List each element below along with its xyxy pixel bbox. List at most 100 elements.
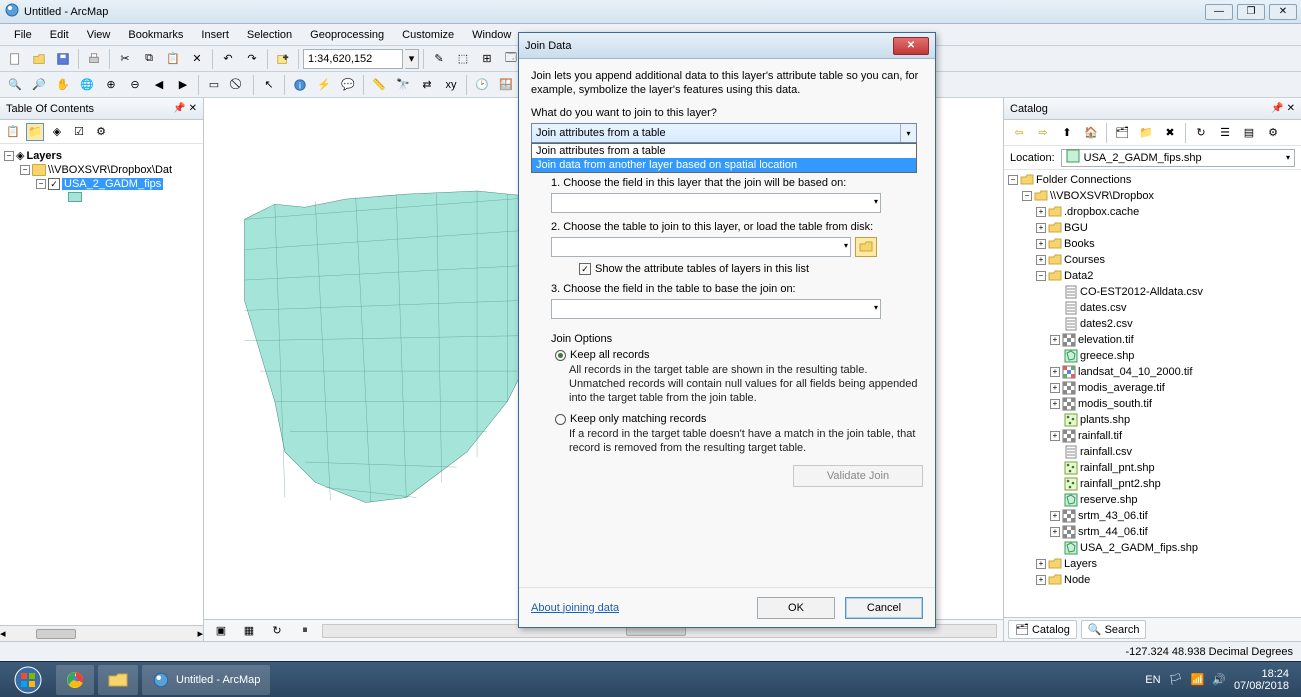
field1-dropdown[interactable]: ▾ (551, 193, 881, 213)
menu-geoprocessing[interactable]: Geoprocessing (302, 27, 392, 43)
fixed-zoom-out-icon[interactable]: ⊖ (124, 74, 146, 96)
data2-folder[interactable]: − Data2 (1008, 268, 1297, 284)
expander-icon[interactable]: + (1036, 575, 1046, 585)
connect-folder-icon[interactable]: 📁 (1135, 122, 1157, 144)
chevron-down-icon[interactable]: ▾ (900, 124, 916, 142)
file-item[interactable]: rainfall_pnt.shp (1008, 460, 1297, 476)
menu-insert[interactable]: Insert (193, 27, 237, 43)
select-features-icon[interactable]: ▭ (203, 74, 225, 96)
select-elements-icon[interactable]: ↖ (258, 74, 280, 96)
validate-join-button[interactable]: Validate Join (793, 465, 923, 487)
find-route-icon[interactable]: ⇄ (416, 74, 438, 96)
expander-icon[interactable]: − (36, 179, 46, 189)
table-dropdown[interactable]: ▾ (551, 237, 851, 257)
open-icon[interactable] (28, 48, 50, 70)
show-tables-checkbox[interactable]: ✓ (579, 263, 591, 275)
scale-input[interactable]: 1:34,620,152 (303, 49, 403, 69)
folder-connections[interactable]: − Folder Connections (1008, 172, 1297, 188)
clear-selection-icon[interactable]: ⃠ (227, 74, 249, 96)
layout-view-icon[interactable]: ▦ (238, 620, 260, 642)
expander-icon[interactable]: − (1008, 175, 1018, 185)
expander-icon[interactable]: + (1050, 511, 1060, 521)
minimize-button[interactable]: — (1205, 4, 1233, 20)
undo-icon[interactable]: ↶ (217, 48, 239, 70)
menu-file[interactable]: File (6, 27, 40, 43)
language-indicator[interactable]: EN (1145, 674, 1160, 686)
start-button[interactable] (4, 664, 52, 696)
scale-dropdown[interactable]: ▾ (405, 49, 419, 69)
data-view-icon[interactable]: ▣ (210, 620, 232, 642)
taskbar-chrome[interactable] (56, 665, 94, 695)
file-item[interactable]: + modis_south.tif (1008, 396, 1297, 412)
menu-view[interactable]: View (79, 27, 119, 43)
up-icon[interactable]: ⬆ (1056, 122, 1078, 144)
tray-network-icon[interactable]: 📶 (1191, 673, 1205, 686)
toolbar-icon-a[interactable]: ⬚ (452, 48, 474, 70)
keep-match-radio[interactable] (555, 414, 566, 425)
list-by-drawing-icon[interactable]: 📋 (4, 123, 22, 141)
chevron-down-icon[interactable]: ▾ (1286, 153, 1290, 162)
expander-icon[interactable]: + (1050, 335, 1060, 345)
file-item[interactable]: + modis_average.tif (1008, 380, 1297, 396)
expander-icon[interactable]: + (1050, 383, 1060, 393)
copy-icon[interactable]: ⧉ (138, 48, 160, 70)
new-icon[interactable] (4, 48, 26, 70)
expander-icon[interactable]: + (1050, 399, 1060, 409)
expander-icon[interactable]: − (4, 151, 14, 161)
tray-sound-icon[interactable]: 🔊 (1212, 673, 1226, 686)
go-to-xy-icon[interactable]: xy (440, 74, 462, 96)
location-input[interactable]: USA_2_GADM_fips.shp ▾ (1061, 149, 1295, 167)
dropdown-option-highlight[interactable]: Join data from another layer based on sp… (532, 158, 916, 172)
dialog-titlebar[interactable]: Join Data ✕ (519, 33, 935, 59)
forward-icon[interactable]: ⇨ (1032, 122, 1054, 144)
cut-icon[interactable]: ✂ (114, 48, 136, 70)
ok-button[interactable]: OK (757, 597, 835, 619)
tab-catalog[interactable]: 🗂Catalog (1008, 620, 1077, 639)
catalog-tree[interactable]: − Folder Connections− \\VBOXSVR\Dropbox+… (1004, 170, 1301, 617)
dialog-close-button[interactable]: ✕ (893, 37, 929, 55)
list-by-selection-icon[interactable]: ☑ (70, 123, 88, 141)
folder-item[interactable]: + Node (1008, 572, 1297, 588)
options-icon[interactable]: ⚙ (1262, 122, 1284, 144)
expander-icon[interactable]: − (1022, 191, 1032, 201)
expander-icon[interactable]: − (20, 165, 30, 175)
redo-icon[interactable]: ↷ (241, 48, 263, 70)
delete-icon[interactable]: ✕ (186, 48, 208, 70)
file-item[interactable]: reserve.shp (1008, 492, 1297, 508)
cancel-button[interactable]: Cancel (845, 597, 923, 619)
tray-flag-icon[interactable]: 🏳 (1169, 673, 1183, 686)
file-item[interactable]: CO-EST2012-Alldata.csv (1008, 284, 1297, 300)
toggle-tree-icon[interactable]: 🗂 (1111, 122, 1133, 144)
menu-windows[interactable]: Window (464, 27, 519, 43)
layer-checkbox[interactable]: ✓ (48, 178, 60, 190)
identify-icon[interactable]: i (289, 74, 311, 96)
file-item[interactable]: plants.shp (1008, 412, 1297, 428)
field2-dropdown[interactable]: ▾ (551, 299, 881, 319)
file-item[interactable]: + rainfall.tif (1008, 428, 1297, 444)
dropdown-option[interactable]: Join attributes from a table (532, 144, 916, 158)
save-icon[interactable] (52, 48, 74, 70)
pause-icon[interactable]: ⏸ (294, 620, 316, 642)
expander-icon[interactable]: + (1050, 367, 1060, 377)
options-icon[interactable]: ⚙ (92, 123, 110, 141)
refresh-icon[interactable]: ↻ (266, 620, 288, 642)
toc-layer[interactable]: USA_2_GADM_fips (62, 178, 163, 190)
toc-tree[interactable]: − ◈ Layers − \\VBOXSVR\Dropbox\Dat − ✓ U… (0, 144, 203, 625)
expander-icon[interactable]: + (1036, 559, 1046, 569)
details-icon[interactable]: ▤ (1238, 122, 1260, 144)
browse-button[interactable] (855, 237, 877, 257)
pin-icon[interactable]: 📌 ✕ (1271, 103, 1295, 114)
file-item[interactable]: rainfall.csv (1008, 444, 1297, 460)
clock[interactable]: 18:24 07/08/2018 (1234, 668, 1297, 692)
tab-search[interactable]: 🔍Search (1081, 620, 1147, 639)
menu-customize[interactable]: Customize (394, 27, 462, 43)
expander-icon[interactable]: + (1050, 527, 1060, 537)
print-icon[interactable] (83, 48, 105, 70)
file-item[interactable]: greece.shp (1008, 348, 1297, 364)
folder-item[interactable]: + Books (1008, 236, 1297, 252)
maximize-button[interactable]: ❐ (1237, 4, 1265, 20)
fixed-zoom-in-icon[interactable]: ⊕ (100, 74, 122, 96)
toolbar-icon-b[interactable]: ⊞ (476, 48, 498, 70)
folder-item[interactable]: + .dropbox.cache (1008, 204, 1297, 220)
list-by-source-icon[interactable]: 📁 (26, 123, 44, 141)
